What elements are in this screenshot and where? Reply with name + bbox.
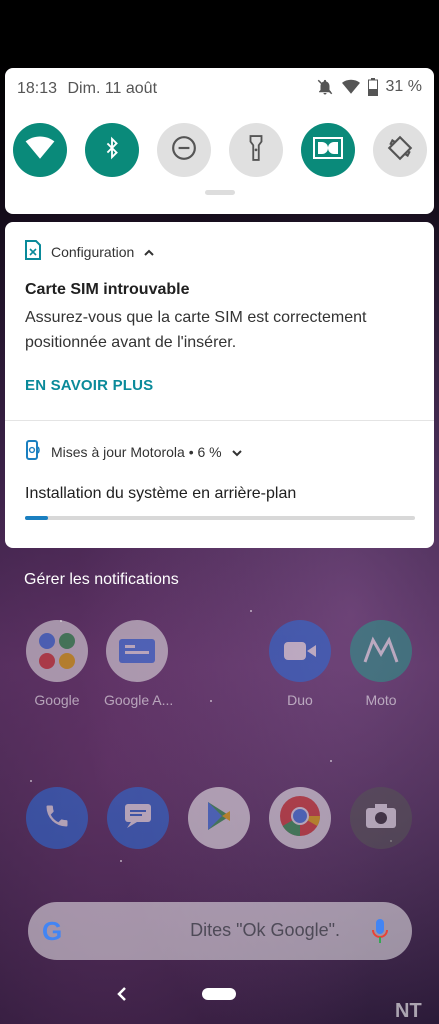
wifi-icon: [25, 135, 55, 165]
sim-notification-title: Carte SIM introuvable: [25, 281, 190, 298]
do-not-disturb-icon: [171, 135, 197, 166]
sim-notification-app: Configuration: [51, 243, 135, 260]
moto-app[interactable]: Moto: [348, 620, 414, 708]
flashlight-icon: [245, 134, 267, 167]
update-notification[interactable]: Mises à jour Motorola • 6 % Installation…: [25, 440, 415, 520]
sim-card-icon: [25, 240, 41, 263]
update-notification-app: Mises à jour Motorola • 6 %: [51, 443, 222, 460]
phone-app[interactable]: [26, 787, 88, 849]
auto-rotate-icon: [387, 135, 413, 166]
message-icon: [123, 802, 153, 835]
drag-handle[interactable]: [205, 190, 235, 195]
back-icon[interactable]: [114, 980, 130, 1013]
app-label-google: Google: [34, 692, 80, 708]
google-news-app[interactable]: Google A...: [104, 620, 174, 708]
google-folder-icon: [26, 620, 88, 682]
manage-notifications-button[interactable]: Gérer les notifications: [24, 571, 179, 589]
update-progress-fill: [25, 516, 49, 520]
app-label-google-news: Google A...: [104, 692, 174, 708]
camera-icon: [364, 802, 398, 835]
sim-notification-header: Configuration: [25, 240, 415, 263]
flashlight-tile[interactable]: [229, 123, 283, 177]
chevron-down-icon[interactable]: [231, 444, 242, 460]
battery-level: 31 %: [385, 78, 422, 95]
google-logo: G: [42, 916, 63, 946]
sim-notification[interactable]: Configuration Carte SIM introuvable Assu…: [25, 240, 415, 394]
quick-settings-tiles: [13, 123, 427, 177]
app-label-moto: Moto: [365, 692, 397, 708]
messages-app[interactable]: [107, 787, 169, 849]
quick-settings-panel: 18:13 Dim. 11 août 31 %: [5, 68, 434, 214]
status-date: Dim. 11 août: [67, 80, 158, 97]
update-notification-header: Mises à jour Motorola • 6 %: [25, 440, 415, 463]
do-not-disturb-tile[interactable]: [157, 123, 211, 177]
chrome-icon: [278, 794, 322, 843]
status-time: 18:13: [17, 80, 58, 97]
update-notification-title: Installation du système en arrière-plan: [25, 485, 297, 502]
sim-notification-body: Assurez-vous que la carte SIM est correc…: [25, 309, 367, 351]
chevron-up-icon[interactable]: [144, 244, 154, 260]
google-news-icon: [106, 620, 168, 682]
phone-icon: [43, 802, 71, 835]
camera-app[interactable]: [350, 787, 412, 849]
duo-app[interactable]: Duo: [267, 620, 333, 708]
microphone-icon[interactable]: [370, 917, 390, 950]
auto-rotate-tile[interactable]: [373, 123, 427, 177]
divider: [5, 420, 434, 421]
app-label-duo: Duo: [287, 692, 313, 708]
play-store-app[interactable]: [188, 787, 250, 849]
wifi-tile[interactable]: [13, 123, 67, 177]
home-button[interactable]: [202, 988, 236, 1000]
battery-icon: [367, 78, 378, 96]
notification-list: Configuration Carte SIM introuvable Assu…: [5, 222, 434, 548]
video-camera-icon: [269, 620, 331, 682]
bluetooth-tile[interactable]: [85, 123, 139, 177]
search-hint: Dites "Ok Google".: [190, 920, 340, 940]
chrome-app[interactable]: [269, 787, 331, 849]
dolby-tile[interactable]: [301, 123, 355, 177]
motorola-logo-icon: [350, 620, 412, 682]
watermark: NT: [395, 1000, 422, 1022]
play-store-icon: [204, 800, 234, 837]
bell-off-icon: [316, 78, 334, 96]
learn-more-button[interactable]: EN SAVOIR PLUS: [25, 377, 415, 394]
phone-update-icon: [25, 440, 41, 463]
google-search-bar[interactable]: G Dites "Ok Google".: [28, 902, 412, 960]
bluetooth-icon: [101, 135, 123, 166]
status-datetime: 18:13 Dim. 11 août: [17, 80, 163, 98]
status-icons: 31 %: [316, 78, 422, 96]
wifi-signal-icon: [341, 79, 360, 95]
google-folder[interactable]: Google: [24, 620, 90, 708]
dolby-icon: [313, 136, 343, 164]
update-progress-bar: [25, 516, 415, 520]
